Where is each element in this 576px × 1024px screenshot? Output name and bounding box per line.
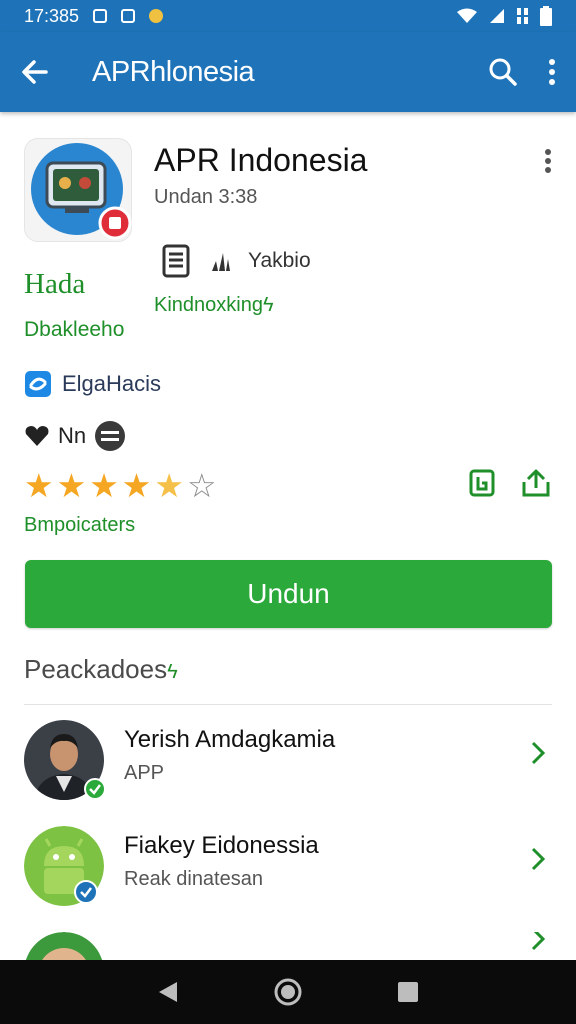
notification-icon [93, 9, 108, 23]
meta-text: Yakbio [248, 249, 311, 272]
more-vert-icon[interactable] [548, 58, 556, 86]
lightning-icon: ϟ [262, 294, 274, 316]
message-icon [121, 9, 136, 23]
star-icon: ★ [24, 467, 54, 504]
app-notification-icon [149, 9, 164, 23]
star-empty-icon: ☆ [186, 467, 217, 504]
app-bar: APRhlonesia [0, 32, 576, 112]
verified-badge-icon [74, 880, 98, 904]
battery-icon [540, 6, 552, 26]
list-item[interactable]: Fiakey Eidonessia Reak dinatesan [24, 826, 552, 916]
chart-bars-icon [212, 253, 230, 271]
verified-badge-icon [84, 778, 106, 800]
share-icon[interactable] [520, 468, 552, 498]
rating-stars: ★ ★ ★ ★ ★ ☆ [24, 468, 217, 504]
app-subtitle: Undan 3:38 [154, 186, 258, 208]
list-item[interactable]: Yerish Amdagkamia APP [24, 720, 552, 810]
list-item-subtitle: APP [124, 762, 165, 784]
signal-icon [490, 9, 504, 23]
section-divider [24, 704, 552, 705]
network-icon [517, 8, 528, 24]
chevron-right-icon [530, 932, 546, 957]
badge-icon [95, 421, 126, 451]
wifi-icon [457, 8, 477, 23]
app-bar-title: APRhlonesia [92, 55, 255, 88]
category-subtag: Dbakleeho [24, 318, 125, 341]
rating-label: Bmpoicaters [24, 514, 136, 536]
list-item-subtitle: Reak dinatesan [124, 868, 263, 890]
section-title-text: Peackadoes [24, 654, 168, 684]
system-nav-bar [0, 960, 576, 1024]
meta-row: Yakbio [162, 244, 311, 278]
app-logo-icon [24, 138, 132, 242]
meta-green-label: Kindnoxkingϟ [154, 294, 274, 317]
heart-icon [25, 426, 49, 446]
chevron-right-icon [530, 740, 546, 771]
developer-name: ElgaHacis [62, 371, 162, 396]
meta-green-text: Kindnoxking [154, 294, 263, 316]
avatar [24, 932, 104, 960]
more-vert-icon[interactable] [544, 148, 552, 174]
section-lightning-icon: ϟ [167, 661, 178, 683]
category-tag: Hada [24, 268, 86, 300]
nav-home-icon[interactable] [274, 978, 302, 1006]
star-icon: ★ [89, 467, 119, 504]
app-name: APR Indonesia [154, 142, 368, 178]
status-bar: 17:385 [0, 0, 576, 32]
nav-back-icon[interactable] [157, 980, 179, 1004]
bookmark-icon[interactable] [468, 468, 496, 498]
list-item-partial[interactable] [24, 932, 552, 960]
list-item-title: Yerish Amdagkamia [124, 726, 336, 753]
status-time: 17:385 [24, 5, 80, 26]
star-half-icon: ★ [154, 467, 184, 504]
developer-badge-icon [25, 371, 51, 397]
reaction-row: Nn [24, 420, 126, 452]
star-half-icon: ★ [121, 467, 152, 504]
developer-row[interactable]: ElgaHacis [24, 370, 161, 398]
star-icon: ★ [56, 467, 87, 504]
arrow-left-icon[interactable] [20, 57, 50, 87]
section-title: Peackadoesϟ [24, 654, 178, 685]
list-item-title: Fiakey Eidonessia [124, 832, 319, 859]
chevron-right-icon [530, 846, 546, 877]
nav-recents-icon[interactable] [397, 981, 419, 1003]
install-button[interactable]: Undun [25, 560, 552, 628]
document-icon [162, 244, 190, 278]
rating-actions [468, 468, 552, 498]
search-icon[interactable] [488, 57, 518, 87]
reaction-text: Nn [58, 423, 87, 448]
